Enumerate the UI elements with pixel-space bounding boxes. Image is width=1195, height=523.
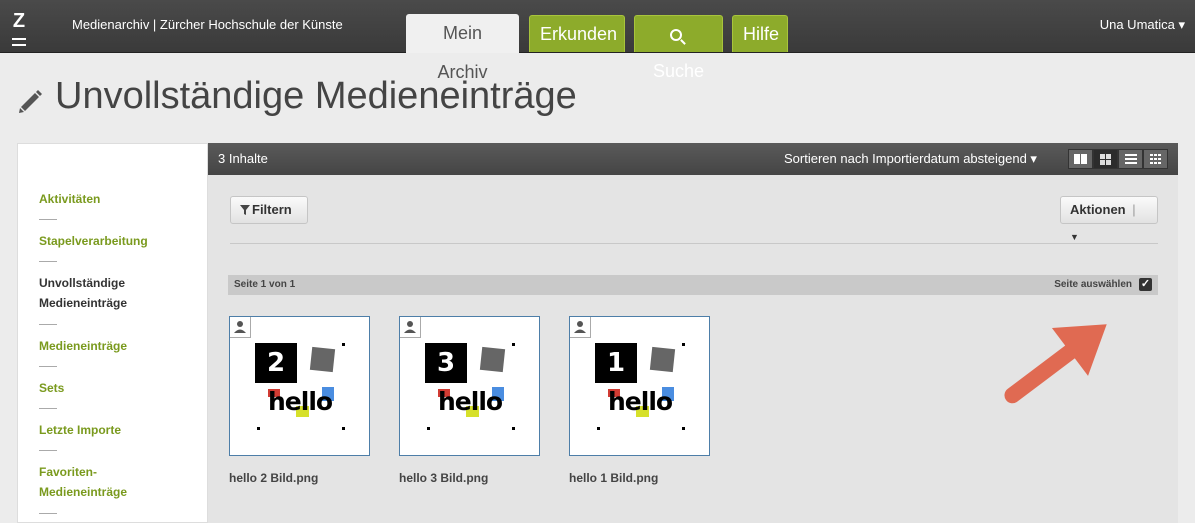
grid-icon[interactable] [1093, 149, 1118, 169]
image-hello-text: hello [268, 387, 333, 416]
image-gray-square [309, 346, 336, 373]
divider [230, 243, 1158, 244]
sidebar-item-label: Medieneinträge [39, 296, 128, 310]
image-number: 2 [255, 343, 297, 383]
tab-mein-archiv[interactable]: Mein Archiv [406, 14, 519, 82]
image-number: 3 [425, 343, 467, 383]
media-item-thumbnail[interactable]: 1 hello [569, 316, 710, 456]
image-dot [682, 427, 685, 430]
image-number: 1 [595, 343, 637, 383]
sidebar-item-stapelverarbeitung[interactable]: Stapelverarbeitung [39, 231, 148, 251]
filter-icon [240, 205, 250, 215]
user-icon[interactable] [570, 317, 591, 338]
sidebar-item-letzte-importe[interactable]: Letzte Importe [39, 420, 121, 440]
sidebar-item-sets[interactable]: Sets [39, 378, 64, 398]
user-icon[interactable] [230, 317, 251, 338]
filter-label: Filtern [252, 202, 292, 217]
sidebar-divider [39, 513, 57, 514]
item-count: 3 Inhalte [218, 151, 268, 166]
media-item-thumbnail[interactable]: 3 hello [399, 316, 540, 456]
search-icon [669, 29, 682, 41]
page-bar: Seite 1 von 1 Seite auswählen ✓ [228, 275, 1158, 295]
actions-button[interactable]: Aktionen | ▼ [1060, 196, 1158, 242]
logo-bar [12, 44, 26, 46]
image-dot [342, 343, 345, 346]
image-dot [682, 343, 685, 346]
sidebar-item-medieneintraege[interactable]: Medieneinträge [39, 336, 127, 356]
page-title: Unvollständige Medieneinträge [55, 75, 577, 117]
image-dot [512, 343, 515, 346]
content-header: 3 Inhalte Sortieren nach Importierdatum … [208, 143, 1178, 175]
pencil-icon [19, 90, 42, 113]
image-dot [597, 427, 600, 430]
sidebar-divider [39, 261, 57, 262]
tab-suche-label: Suche [652, 61, 705, 81]
image-gray-square [649, 346, 676, 373]
view-mode-switcher [1068, 149, 1169, 169]
user-menu[interactable]: Una Umatica ▾ [1100, 17, 1185, 33]
image-hello-text: hello [608, 387, 673, 416]
image-dot [342, 427, 345, 430]
image-gray-square [479, 346, 506, 373]
sidebar-divider [39, 366, 57, 367]
columns-icon[interactable] [1068, 149, 1093, 169]
tab-erkunden[interactable]: Erkunden [529, 15, 625, 52]
tab-suche[interactable]: Suche [634, 15, 723, 81]
sidebar: Aktivitäten Stapelverarbeitung Unvollstä… [17, 143, 208, 523]
actions-label: Aktionen [1070, 202, 1126, 217]
logo[interactable]: Z [10, 8, 28, 46]
image-dot [427, 427, 430, 430]
page-indicator: Seite 1 von 1 [234, 279, 296, 290]
actions-separator: | [1132, 202, 1136, 217]
list-icon[interactable] [1118, 149, 1143, 169]
user-icon[interactable] [400, 317, 421, 338]
tiles-icon[interactable] [1143, 149, 1168, 169]
media-item-filename[interactable]: hello 1 Bild.png [569, 471, 658, 485]
logo-letter: Z [12, 10, 26, 32]
image-dot [512, 427, 515, 430]
annotation-arrow-icon [1004, 324, 1107, 404]
media-item-filename[interactable]: hello 3 Bild.png [399, 471, 488, 485]
sidebar-item-unvollstaendige[interactable]: Unvollständige Medieneinträge [39, 273, 127, 313]
app-title[interactable]: Medienarchiv | Zürcher Hochschule der Kü… [72, 17, 343, 32]
sidebar-item-label: Medieneinträge [39, 485, 128, 499]
sidebar-divider [39, 219, 57, 220]
select-page-label[interactable]: Seite auswählen [1054, 279, 1132, 290]
media-item-filename[interactable]: hello 2 Bild.png [229, 471, 318, 485]
tab-hilfe[interactable]: Hilfe [732, 15, 788, 52]
filter-button[interactable]: Filtern [230, 196, 308, 224]
sidebar-item-label: Favoriten- [39, 465, 98, 479]
image-hello-text: hello [438, 387, 503, 416]
sidebar-item-favoriten[interactable]: Favoriten- Medieneinträge [39, 462, 127, 502]
sidebar-item-label: Unvollständige [39, 276, 126, 290]
sidebar-divider [39, 408, 57, 409]
logo-bar [12, 38, 26, 40]
media-item-thumbnail[interactable]: 2 hello [229, 316, 370, 456]
sidebar-divider [39, 324, 57, 325]
select-page-checkbox[interactable]: ✓ [1139, 278, 1152, 291]
top-bar: Z Medienarchiv | Zürcher Hochschule der … [0, 0, 1195, 82]
sidebar-divider [39, 450, 57, 451]
sidebar-item-aktivitaeten[interactable]: Aktivitäten [39, 189, 100, 209]
sort-dropdown[interactable]: Sortieren nach Importierdatum absteigend… [784, 151, 1037, 167]
chevron-down-icon: ▼ [1070, 232, 1079, 242]
image-dot [257, 427, 260, 430]
